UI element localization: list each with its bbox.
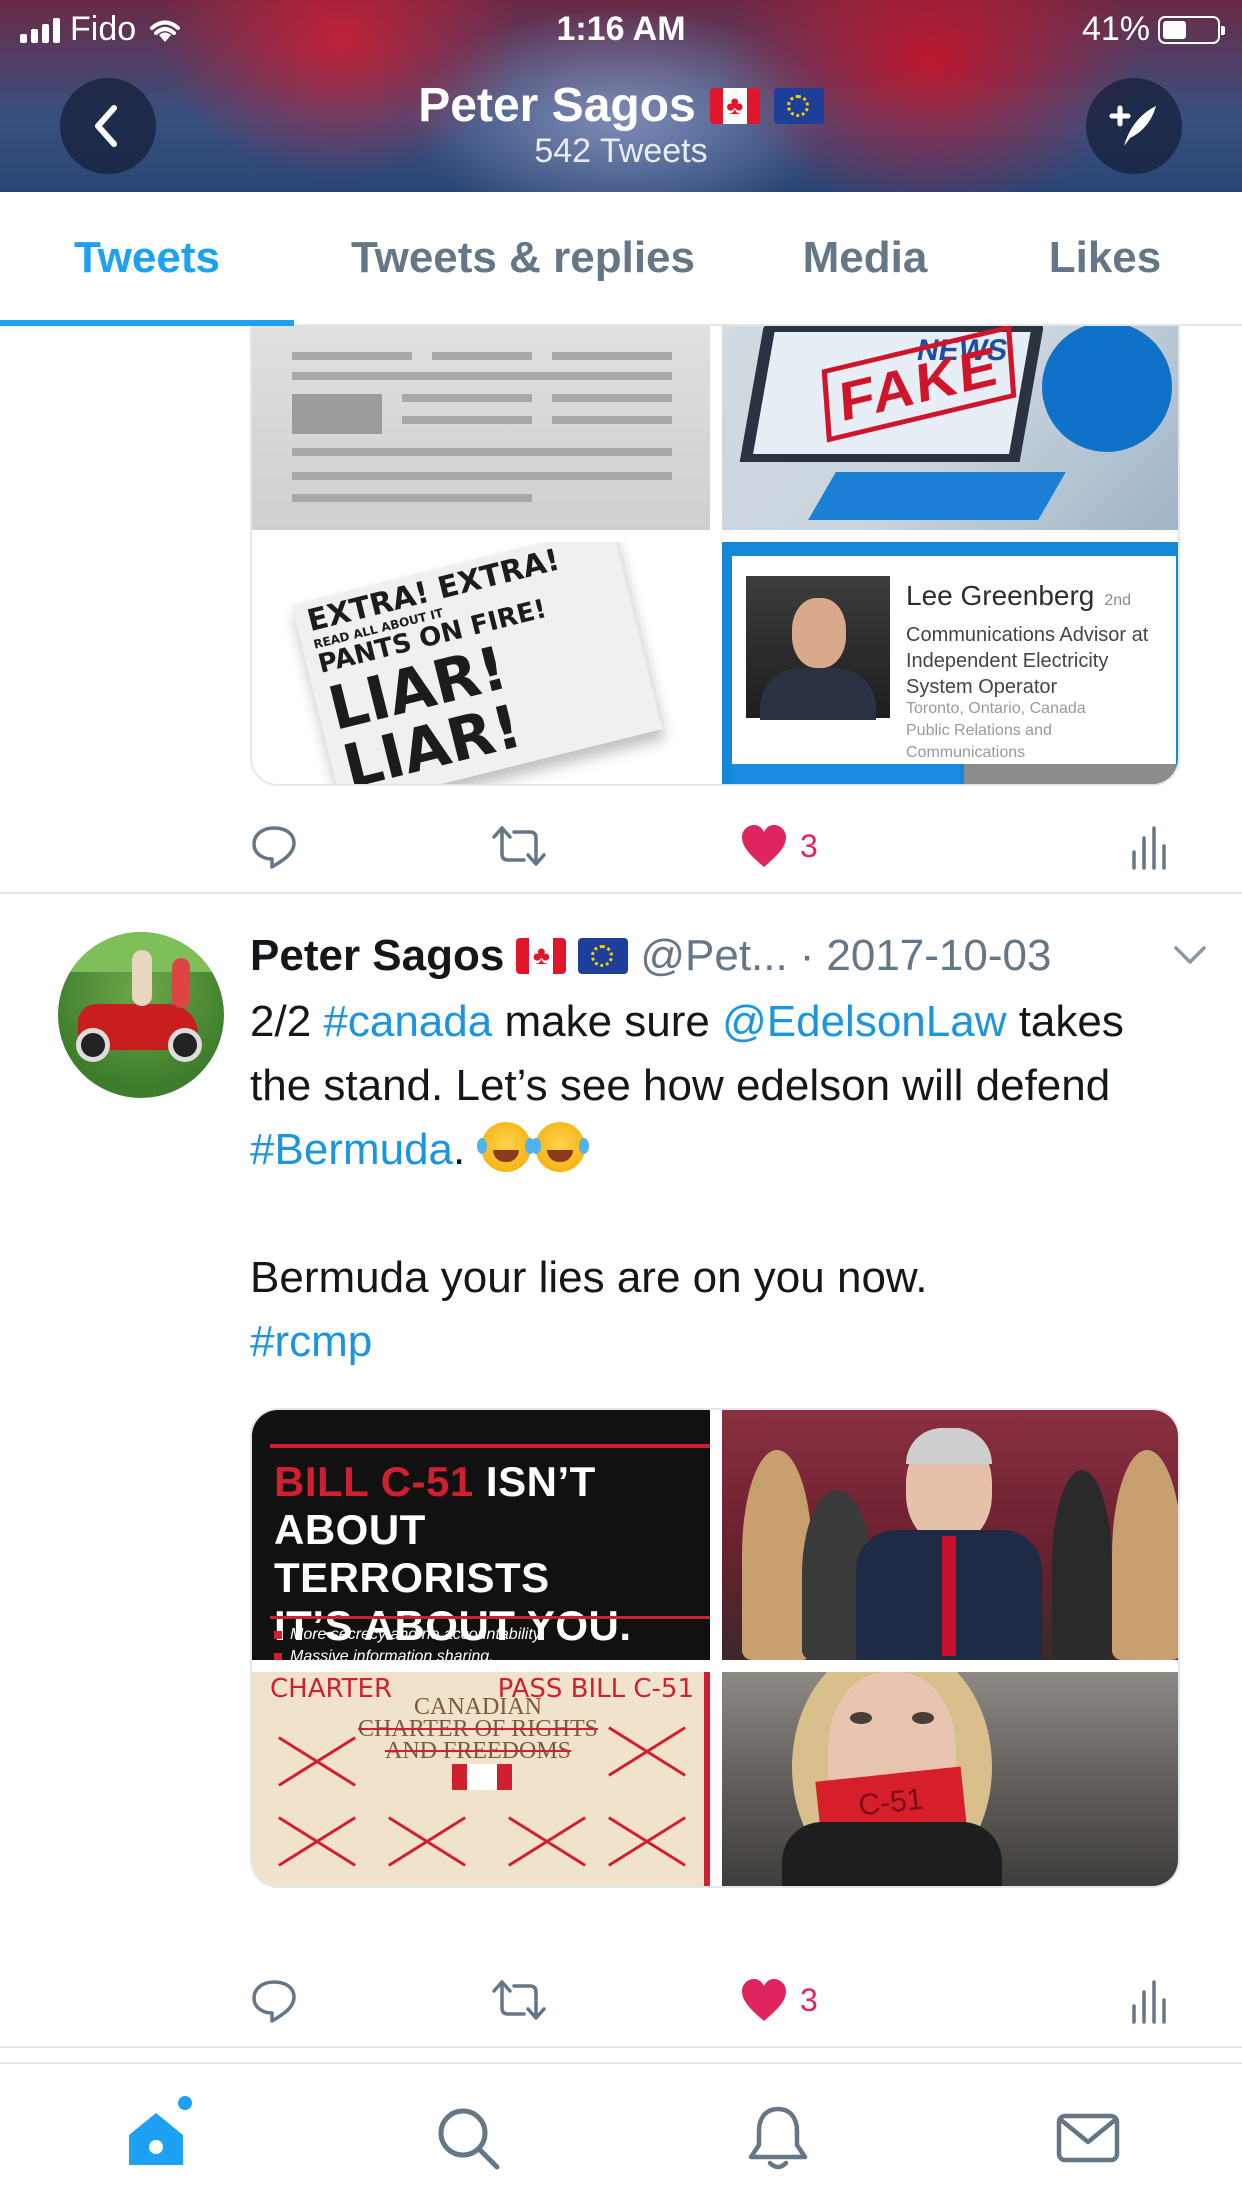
taped-mouth-image[interactable]: C-51 xyxy=(722,1672,1178,1886)
tweet-author-name[interactable]: Peter Sagos xyxy=(250,931,504,981)
reply-icon xyxy=(252,826,296,869)
reply-button[interactable] xyxy=(250,816,298,876)
battery-percent: 41% xyxy=(1081,10,1150,48)
poster-line-1: ISN’T xyxy=(473,1458,596,1505)
laughing-emoji-icon xyxy=(531,1122,586,1172)
press-conference-image[interactable] xyxy=(722,1410,1178,1660)
tweet-divider xyxy=(0,892,1242,894)
canadian-charter-image[interactable]: CHARTER PASS BILL C-51 CANADIAN CHARTER … xyxy=(252,1672,710,1886)
profile-name: Peter Sagos xyxy=(0,78,1242,133)
meta-separator: · xyxy=(799,931,815,980)
chevron-down-icon[interactable] xyxy=(1170,934,1210,974)
status-bar: Fido 1:16 AM 41% xyxy=(0,0,1242,60)
fake-news-laptop-image[interactable]: NEWS FAKE xyxy=(722,326,1178,530)
linkedin-name: Lee Greenberg 2nd xyxy=(906,580,1132,611)
linkedin-title: Communications Advisor at Independent El… xyxy=(906,624,1149,698)
status-time: 1:16 AM xyxy=(556,10,686,48)
tab-tweets[interactable]: Tweets xyxy=(0,192,294,324)
retweet-button[interactable] xyxy=(490,816,548,876)
battery-icon xyxy=(1158,15,1225,44)
tweet-actions: 3 xyxy=(250,1970,1180,2030)
profile-tabs: Tweets Tweets & replies Media Likes xyxy=(0,192,1242,326)
tweet-author-handle[interactable]: @Pet... xyxy=(640,931,787,981)
bill-c51-poster-image[interactable]: BILL C-51 ISN’T ABOUT TERRORISTS IT’S AB… xyxy=(252,1410,710,1660)
retweet-icon xyxy=(492,826,546,866)
tweet-text-paragraph-2: Bermuda your lies are on you now. xyxy=(250,1253,928,1302)
eu-flag-icon xyxy=(578,938,629,974)
reply-icon xyxy=(252,1980,296,2023)
profile-name-text: Peter Sagos xyxy=(418,79,696,132)
poster-bullet-1: More secrecy and no accountability. xyxy=(290,1626,545,1643)
tweet-media-grid[interactable]: NEWS FAKE EXTRA! EXTRA! READ ALL ABOUT I… xyxy=(250,326,1180,786)
like-count: 3 xyxy=(800,1981,818,2018)
tweet-count: 542 Tweets xyxy=(534,132,708,170)
notifications-icon xyxy=(748,2106,808,2170)
new-content-dot xyxy=(178,2096,192,2110)
retweet-icon xyxy=(492,1980,546,2020)
bottom-tab-bar xyxy=(0,2062,1242,2210)
lee-greenberg-photo xyxy=(746,576,890,720)
home-tab[interactable] xyxy=(116,2096,196,2178)
like-count: 3 xyxy=(800,827,818,864)
mention-edelsonlaw[interactable]: @EdelsonLaw xyxy=(722,997,1006,1046)
retweet-button[interactable] xyxy=(490,1970,548,2030)
tab-tweets-and-replies[interactable]: Tweets & replies xyxy=(318,192,728,324)
linkedin-location: Toronto, Ontario, Canada Public Relations… xyxy=(906,700,1086,761)
tweet-text-paragraph-1: 2/2 #canada make sure @EdelsonLaw takes … xyxy=(250,997,1124,1174)
heart-filled-icon xyxy=(742,825,786,867)
tweet-actions: 3 xyxy=(250,816,1180,876)
tweet-media-grid[interactable]: BILL C-51 ISN’T ABOUT TERRORISTS IT’S AB… xyxy=(250,1408,1180,1888)
tweet-body: 2/2 #canada make sure @EdelsonLaw takes … xyxy=(250,990,1190,1374)
poster-bullet-2: Massive information sharing. xyxy=(290,1648,494,1660)
reply-button[interactable] xyxy=(250,1970,298,2030)
notifications-tab[interactable] xyxy=(738,2098,818,2178)
compose-tweet-button[interactable] xyxy=(1086,78,1182,174)
compose-quill-icon xyxy=(1109,105,1156,146)
search-tab[interactable] xyxy=(428,2098,508,2178)
canada-flag-icon xyxy=(516,938,567,974)
poster-line-2: ABOUT TERRORISTS xyxy=(274,1506,550,1601)
hashtag-bermuda[interactable]: #Bermuda xyxy=(250,1125,453,1174)
like-button[interactable]: 3 xyxy=(740,1970,818,2030)
hashtag-rcmp[interactable]: #rcmp xyxy=(250,1310,1190,1374)
timeline: NEWS FAKE EXTRA! EXTRA! READ ALL ABOUT I… xyxy=(0,326,1242,2062)
laughing-emoji-icon xyxy=(477,1122,532,1172)
canada-flag-icon xyxy=(709,87,760,124)
hashtag-canada[interactable]: #canada xyxy=(323,997,492,1046)
analytics-icon xyxy=(1132,1980,1166,2024)
messages-icon xyxy=(1056,2113,1120,2163)
linkedin-profile-image[interactable]: Lee Greenberg 2nd Communications Advisor … xyxy=(722,542,1178,784)
analytics-icon xyxy=(1132,826,1166,870)
tweet-date[interactable]: 2017-10-03 xyxy=(826,931,1051,981)
analytics-button[interactable] xyxy=(1130,1970,1166,2030)
messages-tab[interactable] xyxy=(1048,2098,1128,2178)
liar-newspaper-image[interactable]: EXTRA! EXTRA! READ ALL ABOUT IT PANTS ON… xyxy=(252,542,710,784)
tab-media[interactable]: Media xyxy=(770,192,960,324)
newspaper-image[interactable] xyxy=(252,326,710,530)
eu-flag-icon xyxy=(773,87,824,124)
heart-filled-icon xyxy=(742,1979,786,2021)
tweet-author-avatar[interactable] xyxy=(58,932,224,1098)
tab-likes[interactable]: Likes xyxy=(1010,192,1200,324)
profile-header: Fido 1:16 AM 41% Peter Sagos 542 Tweets xyxy=(0,0,1242,192)
tweet-divider xyxy=(0,2046,1242,2048)
like-button[interactable]: 3 xyxy=(740,816,818,876)
battery-status: 41% xyxy=(1081,10,1225,49)
search-icon xyxy=(438,2108,500,2170)
analytics-button[interactable] xyxy=(1130,816,1166,876)
poster-bill-c51: BILL C-51 xyxy=(274,1458,474,1505)
home-icon xyxy=(129,2113,183,2165)
tweet-header: Peter Sagos @Pet... · 2017-10-03 xyxy=(250,926,1210,986)
